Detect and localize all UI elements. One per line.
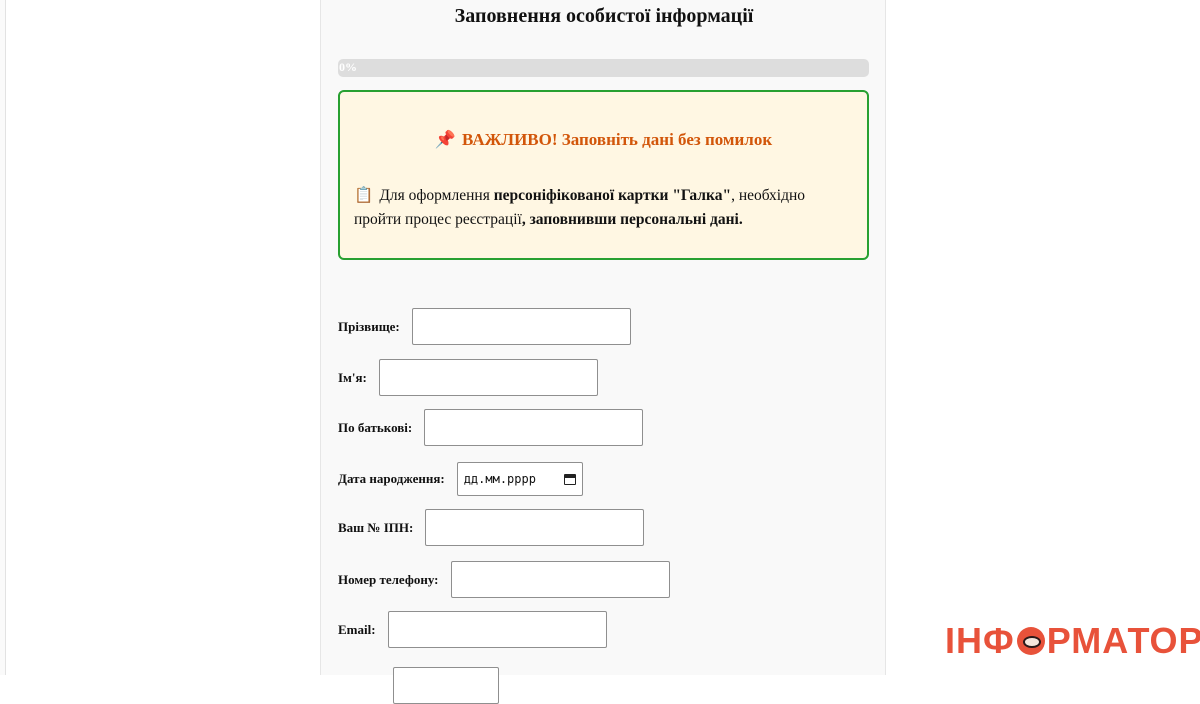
surname-label: Прізвище: <box>338 318 400 334</box>
patronymic-row: По батькові: <box>338 409 644 446</box>
surname-input[interactable] <box>411 308 631 345</box>
form-panel: Заповнення особистої інформації 0% 📌 ВАЖЛ… <box>320 0 886 704</box>
email-label: Email: <box>338 621 376 637</box>
name-label: Ім'я: <box>338 369 367 385</box>
birthdate-input[interactable]: дд.мм.рррр <box>456 462 583 496</box>
phone-label: Номер телефону: <box>338 571 439 587</box>
pin-icon: 📌 <box>434 130 457 149</box>
notice-title-text: ВАЖЛИВО! Заповніть дані без помилок <box>462 130 773 149</box>
next-field-row <box>393 667 499 704</box>
birthdate-placeholder: дд.мм.рррр <box>463 472 536 486</box>
notice-bold-data: , заповнивши персональні дані. <box>521 211 743 228</box>
calendar-icon[interactable] <box>563 473 576 485</box>
page-title: Заповнення особистої інформації <box>454 5 754 27</box>
patronymic-label: По батькові: <box>338 419 413 435</box>
tax-id-input[interactable] <box>425 509 645 546</box>
surname-row: Прізвище: <box>338 308 631 345</box>
email-row: Email: <box>338 611 607 648</box>
notice-bold-card: персоніфікованої картки "Галка" <box>493 187 732 204</box>
clipboard-icon: 📋 <box>354 187 374 204</box>
phone-row: Номер телефону: <box>338 561 670 598</box>
informator-logo: ІНФ РМАТОР <box>945 620 1200 662</box>
birthdate-row: Дата народження: дд.мм.рррр <box>338 462 583 496</box>
email-input[interactable] <box>387 611 607 648</box>
progress-bar: 0% <box>338 59 869 77</box>
birthdate-label: Дата народження: <box>338 471 445 486</box>
logo-text-part-1: ІНФ <box>945 620 1015 661</box>
notice-title: 📌 ВАЖЛИВО! Заповніть дані без помилок <box>340 130 867 150</box>
notice-text-1: Для оформлення <box>379 187 494 204</box>
notice-body: 📋 Для оформлення персоніфікованої картки … <box>354 184 844 232</box>
eye-icon <box>1016 627 1045 655</box>
important-notice: 📌 ВАЖЛИВО! Заповніть дані без помилок 📋 Дл… <box>338 90 869 260</box>
logo-text-part-2: РМАТОР <box>1046 620 1200 661</box>
name-input[interactable] <box>378 359 598 396</box>
tax-id-label: Ваш № ІПН: <box>338 519 414 535</box>
phone-input[interactable] <box>450 561 670 598</box>
progress-label: 0% <box>339 60 357 74</box>
next-field-input[interactable] <box>393 667 499 704</box>
left-edge-strip <box>0 0 6 675</box>
name-row: Ім'я: <box>338 359 598 396</box>
tax-id-row: Ваш № ІПН: <box>338 509 645 546</box>
patronymic-input[interactable] <box>424 409 644 446</box>
